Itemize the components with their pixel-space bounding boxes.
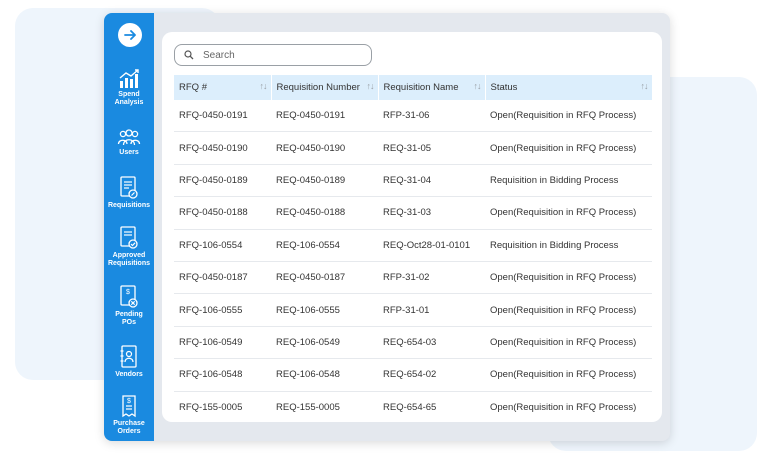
cell-requisition-name: REQ-31-03 (378, 196, 485, 230)
table-row[interactable]: RFQ-155-0005 REQ-155-0005 REQ-654-65 Ope… (174, 391, 652, 422)
cell-requisition-name: REQ-654-02 (378, 358, 485, 392)
cell-requisition-number: REQ-106-0549 (271, 326, 378, 360)
table-row[interactable]: RFQ-0450-0190 REQ-0450-0190 REQ-31-05 Op… (174, 131, 652, 165)
app-window: Spend Analysis Users Requisitions Approv… (104, 13, 670, 441)
sidebar-item-label: Approved Requisitions (107, 252, 150, 267)
sort-icon[interactable]: ↑↓ (474, 81, 482, 91)
svg-text:$: $ (127, 398, 131, 405)
cell-rfq: RFQ-0450-0187 (174, 261, 271, 295)
sidebar: Spend Analysis Users Requisitions Approv… (104, 13, 154, 441)
sidebar-item-label: Users (119, 149, 139, 156)
sidebar-toggle-button[interactable] (118, 23, 142, 47)
cell-requisition-name: RFP-31-01 (378, 293, 485, 327)
sidebar-item-pending-pos[interactable]: $ Pending POs (104, 285, 154, 327)
search-input[interactable] (201, 48, 355, 62)
sidebar-item-label: Pending POs (115, 311, 143, 326)
sidebar-item-label: Vendors (115, 371, 143, 378)
cell-rfq: RFQ-0450-0188 (174, 196, 271, 230)
sidebar-item-spend-analysis[interactable]: Spend Analysis (104, 69, 154, 107)
cell-requisition-number: REQ-106-0548 (271, 358, 378, 392)
column-header-requisition-number[interactable]: Requisition Number ↑↓ (271, 75, 379, 100)
cell-requisition-name: REQ-31-04 (378, 164, 485, 198)
sort-icon[interactable]: ↑↓ (367, 81, 375, 91)
cell-rfq: RFQ-155-0005 (174, 391, 271, 422)
cell-requisition-number: REQ-106-0555 (271, 293, 378, 327)
cell-status: Open(Requisition in RFQ Process) (485, 326, 652, 360)
cell-requisition-name: REQ-31-05 (378, 131, 485, 165)
sidebar-item-vendors[interactable]: Vendors (104, 345, 154, 379)
column-header-label: RFQ # (179, 82, 207, 93)
arrow-right-icon (124, 30, 136, 40)
cell-status: Requisition in Bidding Process (485, 164, 652, 198)
cell-requisition-name: REQ-Oct28-01-0101 (378, 229, 485, 262)
cell-requisition-number: REQ-0450-0187 (271, 261, 378, 295)
cell-rfq: RFQ-106-0549 (174, 326, 271, 360)
cell-requisition-name: RFP-31-06 (378, 100, 485, 133)
sidebar-item-label: Requisitions (107, 202, 150, 209)
cell-rfq: RFQ-106-0554 (174, 229, 271, 262)
cell-status: Open(Requisition in RFQ Process) (485, 131, 652, 165)
cell-rfq: RFQ-106-0548 (174, 358, 271, 392)
purchase-order-icon: $ (122, 395, 136, 418)
rfq-table: RFQ # ↑↓ Requisition Number ↑↓ Requisition… (174, 75, 653, 422)
column-header-rfq[interactable]: RFQ # ↑↓ (174, 75, 272, 100)
cell-requisition-number: REQ-155-0005 (271, 391, 378, 422)
cell-status: Open(Requisition in RFQ Process) (485, 261, 652, 295)
cell-status: Open(Requisition in RFQ Process) (485, 358, 652, 392)
sort-icon[interactable]: ↑↓ (641, 81, 649, 91)
cell-rfq: RFQ-0450-0191 (174, 100, 271, 133)
table-row[interactable]: RFQ-0450-0191 REQ-0450-0191 RFP-31-06 Op… (174, 100, 652, 133)
column-header-label: Requisition Number (276, 82, 360, 93)
cell-status: Open(Requisition in RFQ Process) (485, 391, 652, 422)
cell-requisition-number: REQ-0450-0188 (271, 196, 378, 230)
sidebar-item-requisitions[interactable]: Requisitions (104, 176, 154, 210)
users-icon (117, 129, 141, 146)
svg-text:$: $ (126, 289, 130, 296)
table-row[interactable]: RFQ-106-0549 REQ-106-0549 REQ-654-03 Ope… (174, 326, 652, 360)
cell-requisition-number: REQ-106-0554 (271, 229, 378, 262)
column-header-status[interactable]: Status ↑↓ (485, 75, 653, 100)
column-header-requisition-name[interactable]: Requisition Name ↑↓ (378, 75, 486, 100)
cell-rfq: RFQ-0450-0189 (174, 164, 271, 198)
cell-status: Open(Requisition in RFQ Process) (485, 196, 652, 230)
sidebar-item-label: Spend Analysis (114, 91, 144, 106)
bar-chart-icon (119, 69, 139, 88)
cell-requisition-number: REQ-0450-0191 (271, 100, 378, 133)
column-header-label: Status (490, 82, 518, 93)
sidebar-item-label: Purchase Orders (113, 420, 145, 435)
content-panel: RFQ # ↑↓ Requisition Number ↑↓ Requisition… (162, 32, 662, 422)
cell-requisition-name: RFP-31-02 (378, 261, 485, 295)
sidebar-item-users[interactable]: Users (104, 129, 154, 157)
cell-requisition-name: REQ-654-65 (378, 391, 485, 422)
pending-po-icon: $ (120, 285, 138, 308)
cell-rfq: RFQ-106-0555 (174, 293, 271, 327)
table-row[interactable]: RFQ-106-0555 REQ-106-0555 RFP-31-01 Open… (174, 293, 652, 327)
column-header-label: Requisition Name (383, 82, 459, 93)
cell-rfq: RFQ-0450-0190 (174, 131, 271, 165)
cell-requisition-number: REQ-0450-0189 (271, 164, 378, 198)
cell-status: Open(Requisition in RFQ Process) (485, 100, 652, 133)
table-row[interactable]: RFQ-0450-0189 REQ-0450-0189 REQ-31-04 Re… (174, 164, 652, 198)
vendor-book-icon (120, 345, 137, 368)
sidebar-item-approved-requisitions[interactable]: Approved Requisitions (104, 226, 154, 268)
table-row[interactable]: RFQ-106-0548 REQ-106-0548 REQ-654-02 Ope… (174, 358, 652, 392)
sidebar-item-purchase-orders[interactable]: $ Purchase Orders (104, 394, 154, 436)
table-row[interactable]: RFQ-0450-0187 REQ-0450-0187 RFP-31-02 Op… (174, 261, 652, 295)
cell-status: Requisition in Bidding Process (485, 229, 652, 262)
cell-status: Open(Requisition in RFQ Process) (485, 293, 652, 327)
search-icon (184, 50, 194, 60)
approved-doc-icon (120, 226, 138, 249)
cell-requisition-name: REQ-654-03 (378, 326, 485, 360)
table-header-row: RFQ # ↑↓ Requisition Number ↑↓ Requisition… (174, 75, 653, 100)
cell-requisition-number: REQ-0450-0190 (271, 131, 378, 165)
sort-icon[interactable]: ↑↓ (260, 81, 268, 91)
table-row[interactable]: RFQ-0450-0188 REQ-0450-0188 REQ-31-03 Op… (174, 196, 652, 230)
search-box[interactable] (174, 44, 372, 66)
requisition-doc-icon (120, 176, 138, 199)
table-row[interactable]: RFQ-106-0554 REQ-106-0554 REQ-Oct28-01-0… (174, 229, 652, 262)
